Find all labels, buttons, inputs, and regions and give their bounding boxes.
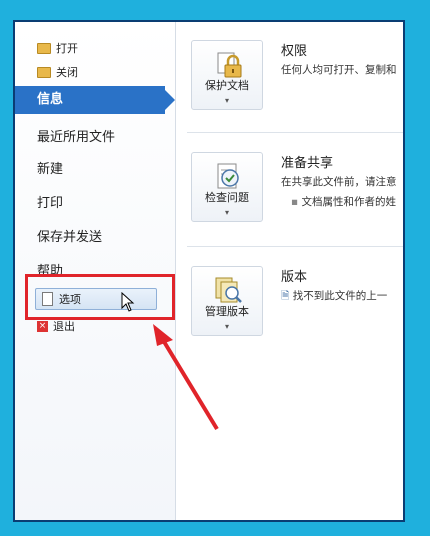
section-title: 权限 [281,44,308,59]
exit-icon: × [37,320,48,332]
button-label: 检查问题 [205,191,249,204]
document-icon: 🗎 [281,290,290,302]
section-bullet: ▪ 文档属性和作者的姓 [291,194,396,209]
bullet-text: 文档属性和作者的姓 [301,196,396,208]
button-label: 保护文档 [205,79,249,92]
protect-document-button[interactable]: 保护文档 ▾ [191,40,263,110]
sidebar-item-label: 退出 [53,320,75,333]
chevron-down-icon: ▾ [224,208,229,217]
backstage-sidebar: 打开 关闭 信息 最近所用文件 新建 打印 保存并发送 帮助 选项 × 退出 [15,22,176,520]
sidebar-item-recent[interactable]: 最近所用文件 [37,126,115,145]
sidebar-item-save-send[interactable]: 保存并发送 [37,226,102,245]
options-highlight-box [25,274,175,320]
description-text: 找不到此文件的上一 [292,290,388,302]
chevron-down-icon: ▾ [224,322,229,331]
section-description: 任何人均可打开、复制和 [281,64,397,76]
section-divider [187,132,403,133]
folder-open-icon [37,42,51,54]
folder-icon [37,66,51,78]
sidebar-item-label: 关闭 [56,66,78,79]
sidebar-item-info[interactable]: 信息 [15,86,175,114]
sidebar-item-open[interactable]: 打开 [37,40,78,56]
file-backstage-window: 打开 关闭 信息 最近所用文件 新建 打印 保存并发送 帮助 选项 × 退出 保… [13,20,405,522]
check-issues-button[interactable]: 检查问题 ▾ [191,152,263,222]
button-label: 管理版本 [205,305,249,318]
sidebar-item-new[interactable]: 新建 [37,158,63,177]
section-divider [187,246,403,247]
sidebar-item-close[interactable]: 关闭 [37,64,78,80]
section-title: 版本 [281,270,308,285]
sidebar-item-label: 打开 [56,42,78,55]
section-description: 在共享此文件前，请注意 [281,176,397,188]
sidebar-item-exit[interactable]: × 退出 [37,318,75,334]
chevron-down-icon: ▾ [224,96,229,105]
section-description: 🗎 找不到此文件的上一 [281,288,387,306]
bullet-icon: ▪ [291,196,299,208]
manage-versions-button[interactable]: 管理版本 ▾ [191,266,263,336]
sidebar-item-print[interactable]: 打印 [37,192,63,211]
section-title: 准备共享 [281,156,334,171]
